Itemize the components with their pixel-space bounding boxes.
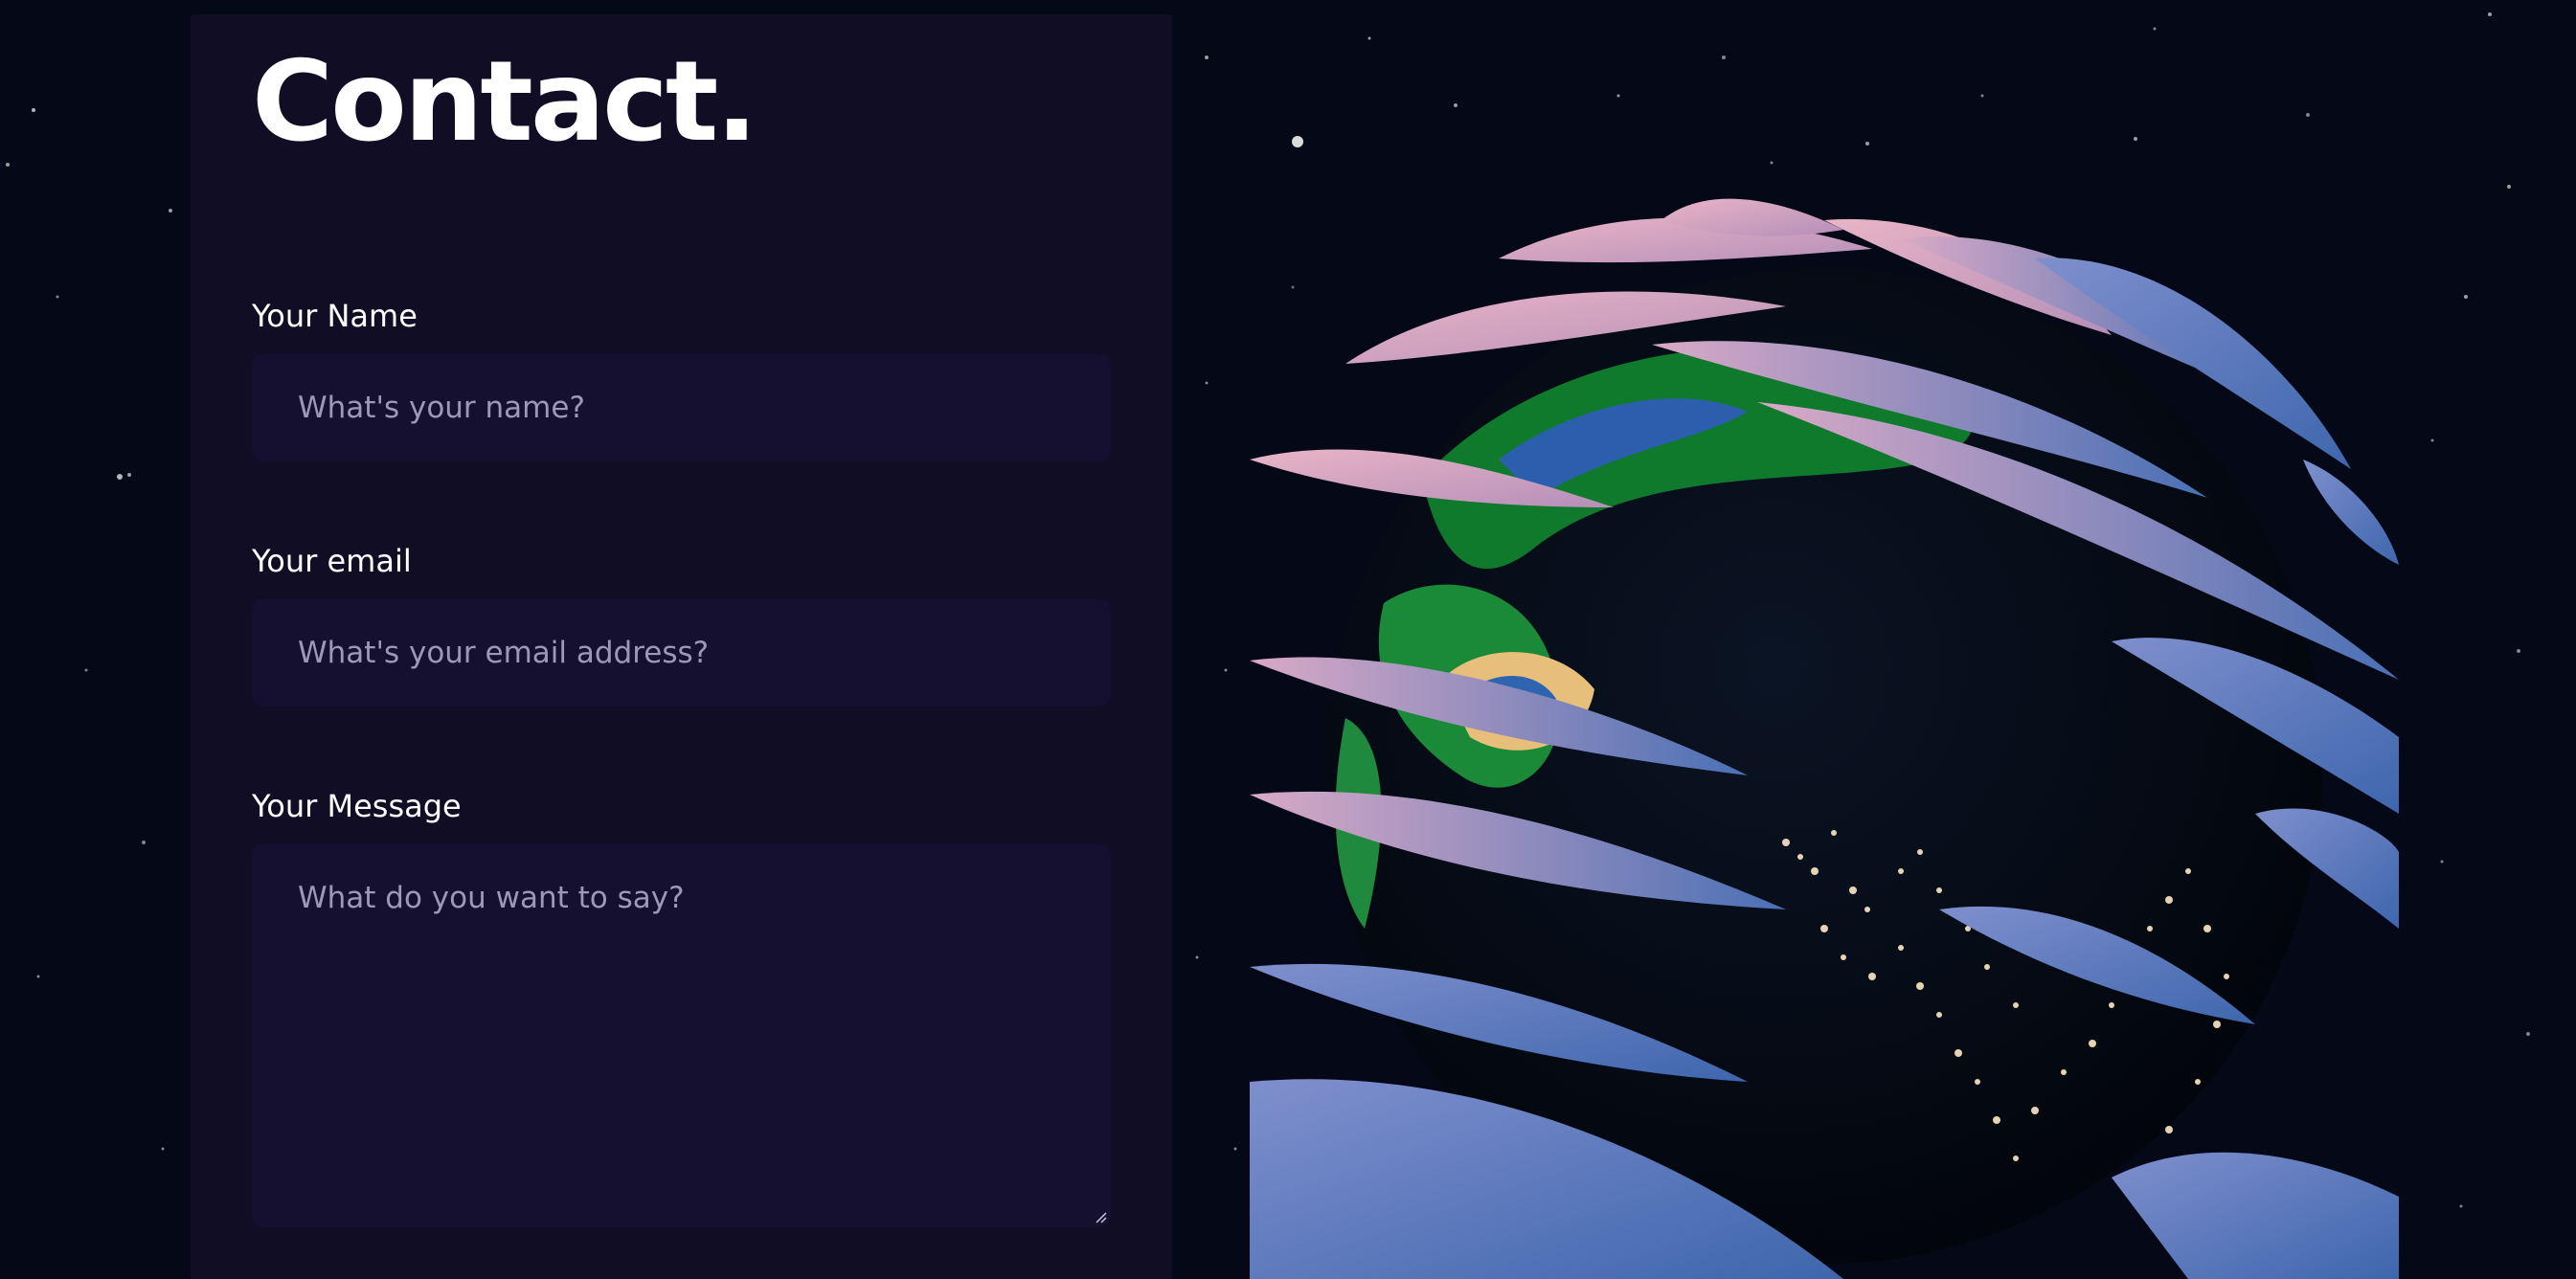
name-placeholder: What's your name? [298,391,585,425]
email-label: Your email [252,543,412,579]
message-placeholder: What do you want to say? [298,881,685,915]
earth-globe-illustration[interactable] [1250,144,2399,1279]
name-input[interactable]: What's your name? [252,354,1111,461]
page-title: Contact. [252,37,757,167]
email-input[interactable]: What's your email address? [252,599,1111,707]
email-placeholder: What's your email address? [298,636,710,670]
contact-form-card: Contact. Your Name What's your name? You… [191,14,1172,1279]
globe-graphic [1250,198,2399,1279]
resize-grip-icon[interactable] [1092,1208,1107,1223]
name-label: Your Name [252,298,418,334]
message-label: Your Message [252,788,462,824]
message-textarea[interactable]: What do you want to say? [252,844,1111,1227]
contact-page: Contact. Your Name What's your name? You… [0,0,2576,1279]
